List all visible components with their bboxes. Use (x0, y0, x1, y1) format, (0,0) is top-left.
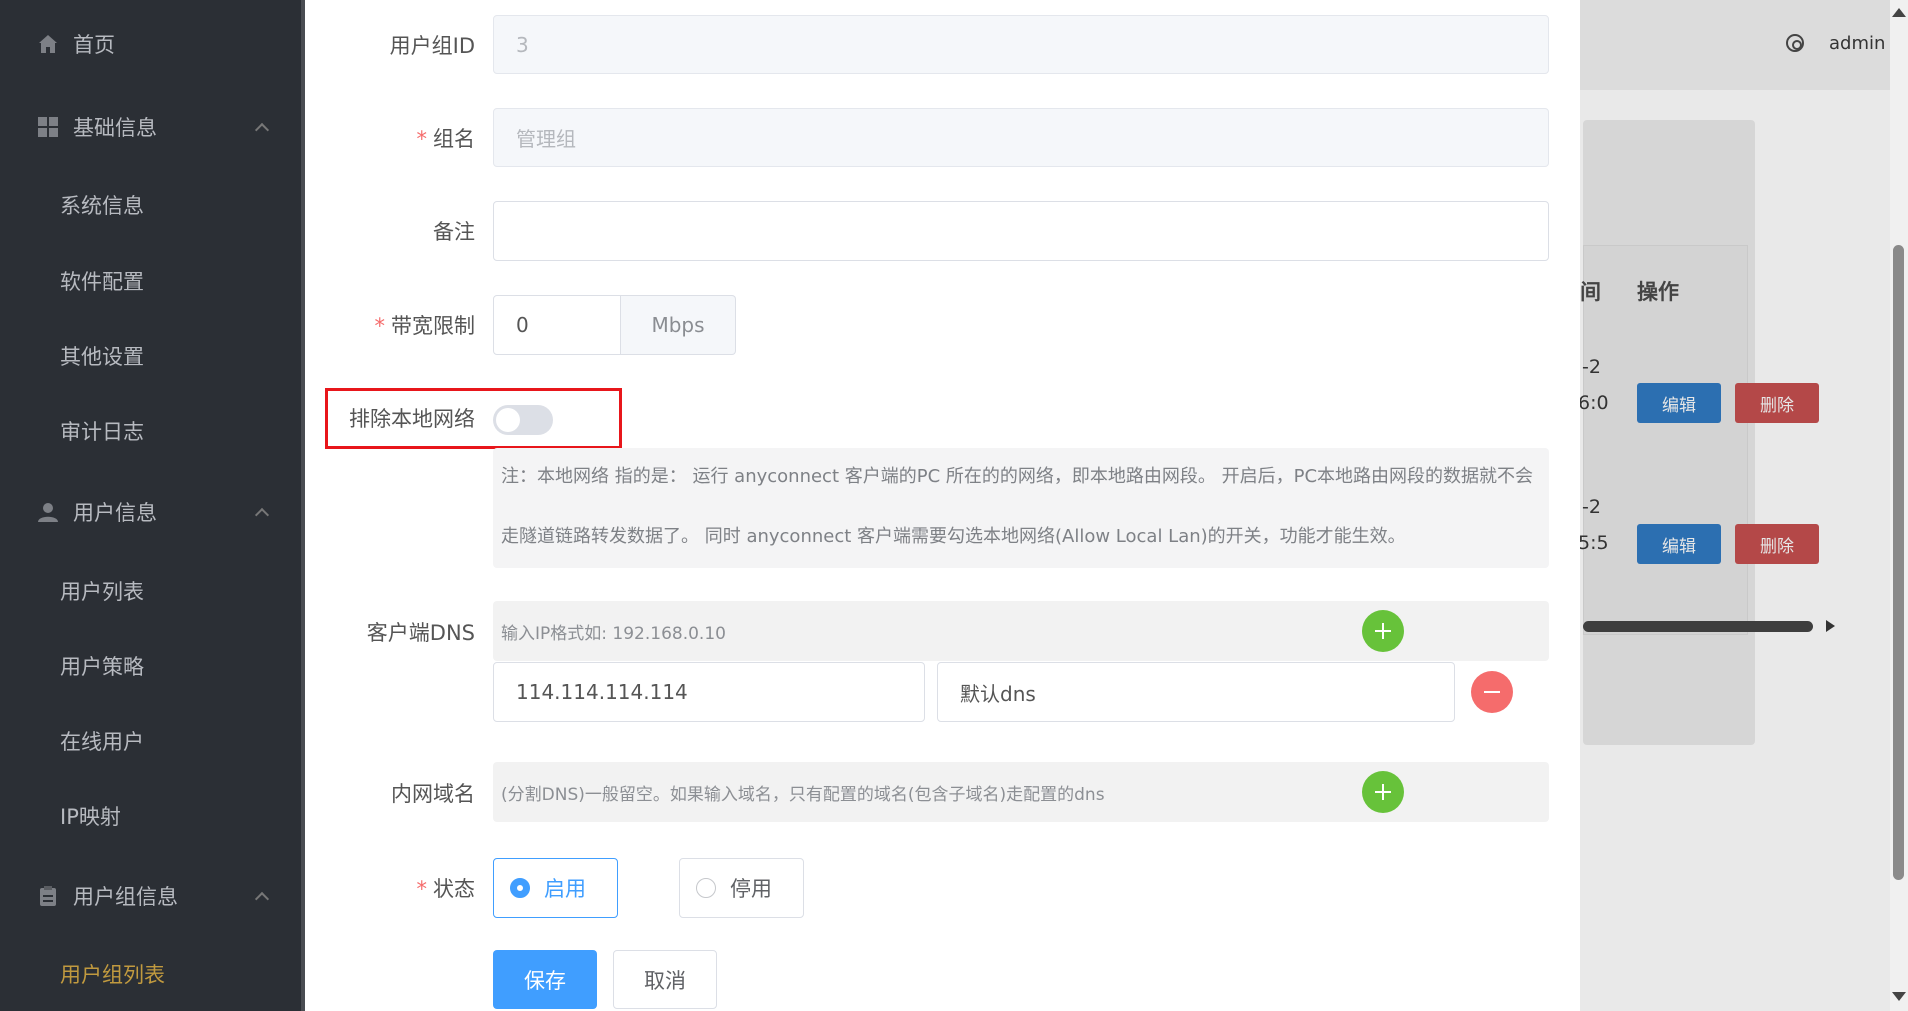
table-cell: -2 (1582, 496, 1601, 518)
scroll-right-icon[interactable] (1826, 620, 1835, 632)
sidebar-item-label: 用户信息 (73, 501, 157, 525)
sidebar-item-ip-mapping[interactable]: IP映射 (0, 786, 301, 846)
sidebar: 首页 基础信息 系统信息 软件配置 其他设置 审计日志 用户信息 用户列表 用户… (0, 0, 301, 1011)
bandwidth-input[interactable]: 0 (493, 295, 621, 355)
group-name-field: 管理组 (493, 108, 1549, 167)
bandwidth-label: * 带宽限制 (374, 314, 476, 338)
sidebar-item-user-list[interactable]: 用户列表 (0, 561, 301, 621)
sidebar-item-online-users[interactable]: 在线用户 (0, 711, 301, 771)
table-cell: 5:5 (1578, 532, 1609, 554)
sidebar-item-label: 用户策略 (60, 655, 144, 679)
chevron-up-icon (254, 122, 270, 138)
chevron-up-icon (254, 891, 270, 907)
radio-unchecked-icon (696, 878, 716, 898)
sidebar-item-label: 用户组信息 (73, 885, 178, 909)
sidebar-item-label: 首页 (73, 33, 115, 57)
note-line-2: 走隧道链路转发数据了。 同时 anyconnect 客户端需要勾选本地网络(Al… (501, 526, 1406, 547)
sidebar-item-label: 基础信息 (73, 116, 157, 140)
user-name[interactable]: admin (1829, 33, 1885, 54)
save-button[interactable]: 保存 (493, 950, 597, 1009)
table-header-partial: 间 (1580, 280, 1601, 304)
group-id-field: 3 (493, 15, 1549, 74)
sidebar-group-basic-info[interactable]: 基础信息 (0, 97, 301, 157)
sidebar-item-label: 系统信息 (60, 194, 144, 218)
status-label: * 状态 (416, 877, 476, 901)
sidebar-item-user-group-list[interactable]: 用户组列表 (0, 944, 301, 1004)
sidebar-item-home[interactable]: 首页 (0, 14, 301, 74)
group-id-label: 用户组ID (389, 34, 475, 58)
sidebar-item-label: 在线用户 (60, 730, 144, 754)
minus-icon (1484, 691, 1500, 693)
sidebar-item-label: 审计日志 (60, 420, 144, 444)
remark-input[interactable] (493, 201, 1549, 261)
group-name-label: * 组名 (416, 127, 476, 151)
add-domain-button[interactable] (1362, 771, 1404, 813)
delete-button[interactable]: 删除 (1735, 524, 1819, 564)
table-scrollbar[interactable] (1583, 621, 1813, 632)
bandwidth-unit: Mbps (621, 295, 736, 355)
exclude-local-note: 注：本地网络 指的是： 运行 anyconnect 客户端的PC 所在的的网络，… (493, 448, 1549, 568)
sidebar-group-user-group-info[interactable]: 用户组信息 (0, 866, 301, 926)
plus-icon (1375, 784, 1391, 800)
sidebar-item-software-config[interactable]: 软件配置 (0, 251, 301, 311)
edit-button[interactable]: 编辑 (1637, 524, 1721, 564)
sidebar-item-label: IP映射 (60, 805, 121, 829)
delete-button[interactable]: 删除 (1735, 383, 1819, 423)
table-cell: 6:0 (1578, 392, 1609, 414)
user-icon (37, 501, 59, 523)
table-header-action: 操作 (1637, 280, 1679, 304)
add-dns-button[interactable] (1362, 610, 1404, 652)
edit-button[interactable]: 编辑 (1637, 383, 1721, 423)
dns-ip-input[interactable]: 114.114.114.114 (493, 662, 925, 722)
grid-icon (37, 116, 59, 138)
remove-dns-button[interactable] (1471, 671, 1513, 713)
sidebar-item-other-settings[interactable]: 其他设置 (0, 326, 301, 386)
note-line-1: 注：本地网络 指的是： 运行 anyconnect 客户端的PC 所在的的网络，… (501, 466, 1534, 487)
remark-label: 备注 (433, 220, 475, 244)
intranet-domain-label: 内网域名 (391, 782, 475, 806)
window-scrollbar-thumb[interactable] (1893, 245, 1904, 880)
cancel-button[interactable]: 取消 (613, 950, 717, 1009)
gear-icon[interactable] (1786, 34, 1804, 52)
table-cell: -2 (1582, 356, 1601, 378)
radio-checked-icon (510, 878, 530, 898)
switch-knob (496, 408, 520, 432)
sidebar-group-user-info[interactable]: 用户信息 (0, 482, 301, 542)
radio-label: 停用 (730, 877, 772, 901)
radio-label: 启用 (544, 877, 586, 901)
sidebar-item-label: 其他设置 (60, 345, 144, 369)
dns-remark-input[interactable]: 默认dns (937, 662, 1455, 722)
edit-group-dialog: 用户组ID 3 * 组名 管理组 备注 * 带宽限制 0 Mbps 排除本地网络 注… (305, 0, 1580, 1011)
scroll-down-icon[interactable] (1892, 992, 1906, 1001)
exclude-local-label: 排除本地网络 (349, 407, 475, 431)
sidebar-item-label: 用户列表 (60, 580, 144, 604)
sidebar-item-audit-log[interactable]: 审计日志 (0, 401, 301, 461)
sidebar-item-user-policy[interactable]: 用户策略 (0, 636, 301, 696)
sidebar-item-label: 用户组列表 (60, 963, 165, 987)
clipboard-icon (37, 885, 59, 907)
status-disable-radio[interactable]: 停用 (679, 858, 804, 918)
plus-icon (1375, 623, 1391, 639)
scroll-up-icon[interactable] (1892, 8, 1906, 17)
exclude-local-switch[interactable] (493, 405, 553, 435)
client-dns-label: 客户端DNS (366, 621, 475, 645)
home-icon (37, 33, 59, 55)
status-enable-radio[interactable]: 启用 (493, 858, 618, 918)
sidebar-item-label: 软件配置 (60, 270, 144, 294)
sidebar-item-system-info[interactable]: 系统信息 (0, 175, 301, 235)
chevron-up-icon (254, 507, 270, 523)
